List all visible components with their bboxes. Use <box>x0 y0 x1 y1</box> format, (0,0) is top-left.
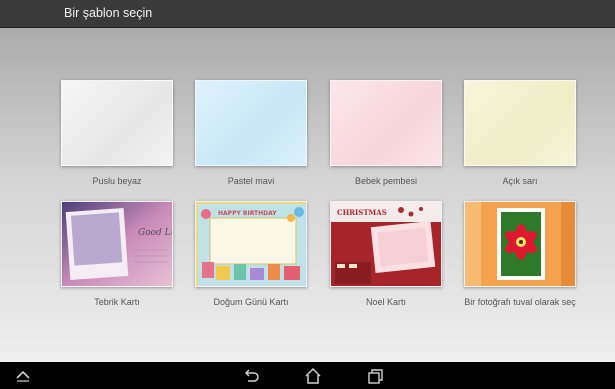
template-birthday-card[interactable]: HAPPY BIRTHDAY Doğum Günü Kartı <box>195 201 307 307</box>
template-thumbnail[interactable]: Good Luck <box>61 201 173 287</box>
template-misty-white[interactable]: Puslu beyaz <box>61 80 173 186</box>
template-light-yellow[interactable]: Açık sarı <box>464 80 576 186</box>
template-greeting-card[interactable]: Good Luck Tebrik Kartı <box>61 201 173 307</box>
system-nav-bar <box>0 362 615 389</box>
recent-apps-icon[interactable] <box>365 366 385 386</box>
birthday-card-text: HAPPY BIRTHDAY <box>218 210 277 217</box>
christmas-card-text: CHRISTMAS <box>337 208 387 217</box>
template-thumbnail[interactable]: CHRISTMAS <box>330 201 442 287</box>
template-thumbnail[interactable] <box>464 201 576 287</box>
home-icon[interactable] <box>303 366 323 386</box>
back-icon[interactable] <box>241 366 261 386</box>
title-bar: Bir şablon seçin <box>0 0 615 28</box>
greeting-card-text: Good Luck <box>138 228 173 238</box>
template-label: Açık sarı <box>502 176 538 186</box>
template-thumbnail[interactable] <box>61 80 173 166</box>
template-baby-pink[interactable]: Bebek pembesi <box>330 80 442 186</box>
template-thumbnail[interactable] <box>195 80 307 166</box>
template-christmas-card[interactable]: CHRISTMAS Noel Kartı <box>330 201 442 307</box>
template-thumbnail[interactable] <box>464 80 576 166</box>
template-pastel-blue[interactable]: Pastel mavi <box>195 80 307 186</box>
page-title: Bir şablon seçin <box>64 6 153 20</box>
template-thumbnail[interactable]: HAPPY BIRTHDAY <box>195 201 307 287</box>
template-photo-as-canvas[interactable]: Bir fotoğrafı tuval olarak seç <box>464 201 576 307</box>
template-thumbnail[interactable] <box>330 80 442 166</box>
template-label: Bir fotoğrafı tuval olarak seç <box>464 297 576 307</box>
up-chevron-icon[interactable] <box>13 366 33 386</box>
template-grid: Puslu beyaz Pastel mavi Bebek pembesi Aç… <box>0 28 615 362</box>
